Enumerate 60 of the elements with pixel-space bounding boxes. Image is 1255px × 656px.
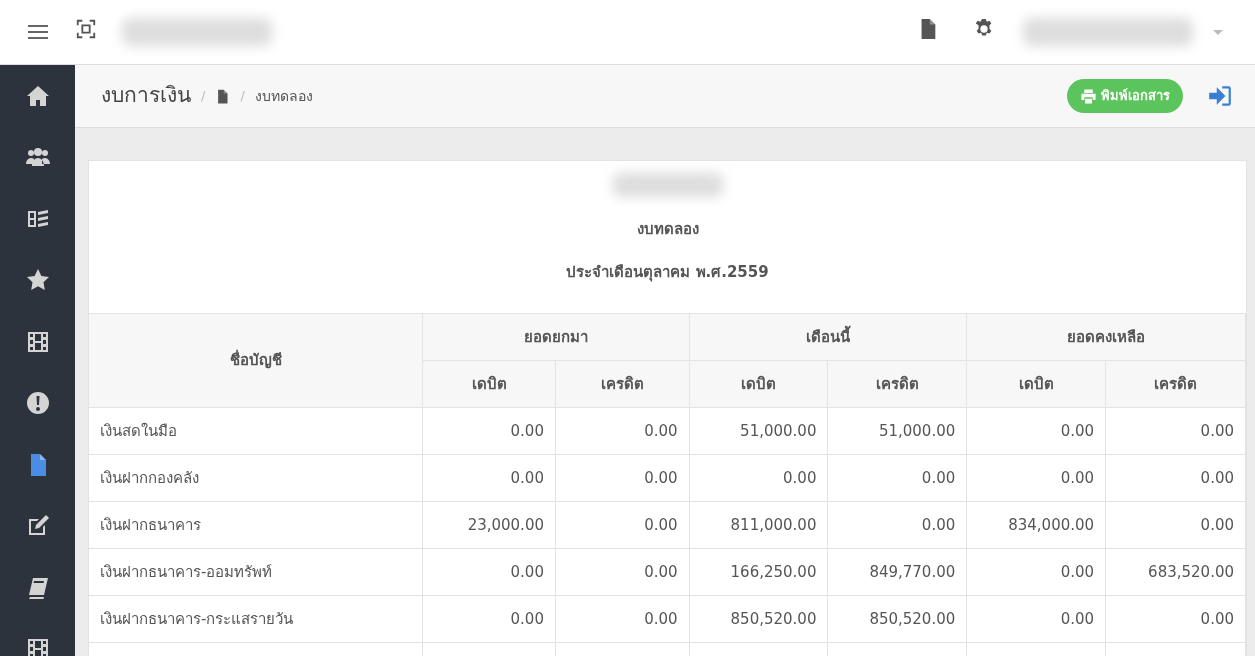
- table-cell: 0.00: [422, 407, 556, 455]
- table-cell: 0.00: [827, 501, 967, 549]
- column-group-header: เดือนนี้: [689, 313, 967, 361]
- table-cell: 0.00: [1105, 454, 1246, 502]
- table-cell: เงินฝากธนาคาร-ออมทรัพท์: [89, 548, 423, 596]
- table-cell: เงินฝากกองคลัง: [89, 454, 423, 502]
- table-cell: 0.00: [555, 595, 690, 643]
- table-cell: 0.00: [1105, 501, 1246, 549]
- column-header: ชื่อบัญชี: [89, 313, 423, 408]
- report-title: งบทดลอง: [636, 219, 699, 240]
- table-cell: 0.00: [966, 595, 1106, 643]
- sign-in-icon[interactable]: [1207, 83, 1233, 109]
- table-cell: 23,000.00: [422, 501, 556, 549]
- film-icon[interactable]: [25, 329, 50, 354]
- film-icon[interactable]: [25, 637, 50, 656]
- column-group-header: ยอดคงเหลือ: [966, 313, 1246, 361]
- breadcrumb-separator: /: [240, 87, 245, 106]
- table-cell: 0.00: [422, 454, 556, 502]
- table-cell: 0.00: [1105, 407, 1246, 455]
- table-cell: 0.00: [422, 548, 556, 596]
- table-cell: 51,000.00: [689, 407, 828, 455]
- column-header: เดบิต: [689, 360, 828, 408]
- column-header: เครดิต: [1105, 360, 1246, 408]
- table-cell: 850,520.00: [827, 595, 967, 643]
- table-cell: 850,520.00: [689, 595, 828, 643]
- table-cell: เงินฝากธนาคาร-กระแสรายวัน: [89, 595, 423, 643]
- fullscreen-icon[interactable]: [75, 17, 97, 40]
- column-header: เดบิต: [422, 360, 556, 408]
- alert-icon[interactable]: [25, 391, 50, 416]
- table-cell: 0.00: [555, 407, 690, 455]
- breadcrumb-current: งบทดลอง: [254, 86, 313, 106]
- table-cell: 0.00: [1105, 595, 1246, 643]
- star-icon[interactable]: [25, 268, 50, 293]
- breadcrumb-title[interactable]: งบการเงิน: [101, 80, 191, 112]
- column-group-header: ยอดยกมา: [422, 313, 690, 361]
- table-cell: 849,770.00: [827, 548, 967, 596]
- printer-icon: [1080, 87, 1097, 105]
- table-cell: 0.00: [555, 501, 690, 549]
- breadcrumb-separator: /: [201, 87, 206, 106]
- table-cell: เงินสดในมือ: [89, 407, 423, 455]
- table-cell: 0.00: [555, 548, 690, 596]
- table-cell: 0.00: [966, 407, 1106, 455]
- report-subtitle: ประจำเดือนตุลาคม พ.ศ.2559: [566, 261, 769, 283]
- table-cell: 0.00: [555, 454, 690, 502]
- table-cell: 166,250.00: [689, 548, 828, 596]
- table-cell: 0.00: [966, 548, 1106, 596]
- table-cell: 51,000.00: [827, 407, 967, 455]
- table-cell: 0.00: [689, 454, 828, 502]
- document-icon[interactable]: [215, 88, 231, 104]
- table-cell: 0.00: [827, 454, 967, 502]
- column-header: เดบิต: [966, 360, 1106, 408]
- column-header: เครดิต: [827, 360, 967, 408]
- table-cell: 811,000.00: [689, 501, 828, 549]
- home-icon[interactable]: [25, 83, 50, 108]
- column-header: เครดิต: [555, 360, 690, 408]
- table-cell: 834,000.00: [966, 501, 1106, 549]
- table-cell: 0.00: [422, 595, 556, 643]
- table-cell: 0.00: [966, 454, 1106, 502]
- table-cell: 683,520.00: [1105, 548, 1246, 596]
- table-cell: เงินฝากธนาคาร: [89, 501, 423, 549]
